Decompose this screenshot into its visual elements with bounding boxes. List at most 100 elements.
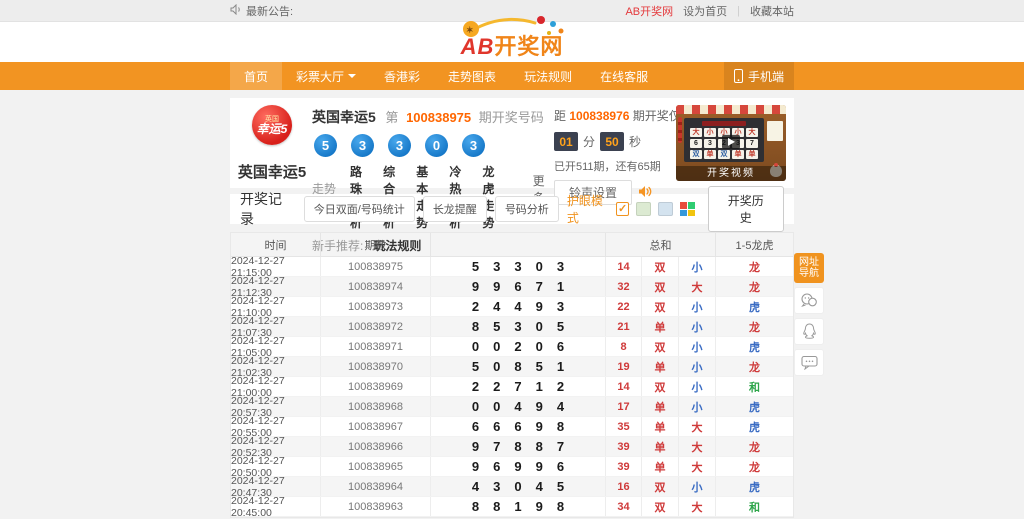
sum-cell: 32 xyxy=(606,277,642,296)
board-tile: 大 xyxy=(690,128,702,137)
sum-cell: 14 xyxy=(606,377,642,396)
next-issue-number: 100838976 xyxy=(569,109,629,123)
wechat-icon[interactable] xyxy=(794,287,824,314)
issue-cell: 100838969 xyxy=(321,377,431,396)
current-issue-number: 100838975 xyxy=(406,110,471,125)
sum-cell: 22 xyxy=(606,297,642,316)
theme-swatch-green[interactable] xyxy=(636,202,651,216)
issue-cell: 100838964 xyxy=(321,477,431,496)
tab-button-号码分析[interactable]: 号码分析 xyxy=(495,196,559,222)
game-name: 英国幸运5 xyxy=(238,161,306,182)
topbar-divider: | xyxy=(737,5,740,17)
issue-cell: 100838967 xyxy=(321,417,431,436)
dragon-tiger-cell: 虎 xyxy=(716,337,793,356)
tab-button-长龙提醒[interactable]: 长龙提醒 xyxy=(423,196,487,222)
issue-cell: 100838974 xyxy=(321,277,431,296)
draw-title: 英国幸运5 第 100838975 期开奖号码 xyxy=(312,107,554,127)
result-balls: 53303 xyxy=(314,134,554,157)
chat-icon[interactable] xyxy=(794,349,824,376)
issue-cell: 100838971 xyxy=(321,337,431,356)
countdown-minutes: 01 xyxy=(554,132,578,151)
issue-cell: 100838968 xyxy=(321,397,431,416)
numbers-cell: 66698 xyxy=(431,417,606,436)
sum-cell: 16 xyxy=(606,477,642,496)
awning-decoration xyxy=(676,105,786,114)
nav-items: 首页彩票大厅香港彩走势图表玩法规则在线客服 手机端 xyxy=(230,62,794,90)
page-body: 英国 幸运5 英国幸运5 英国幸运5 第 100838975 期开奖号码 533… xyxy=(0,90,1024,504)
floating-menu: 网址导航 xyxy=(794,253,824,376)
board-tile: 单 xyxy=(732,150,744,159)
dragon-tiger-cell: 和 xyxy=(716,377,793,396)
eye-mode-checkbox[interactable]: ✓ xyxy=(616,202,629,216)
size-cell: 小 xyxy=(679,477,716,496)
play-icon[interactable] xyxy=(722,135,740,149)
nav-item-彩票大厅[interactable]: 彩票大厅 xyxy=(282,62,370,90)
sum-cell: 35 xyxy=(606,417,642,436)
dragon-tiger-cell: 龙 xyxy=(716,317,793,336)
nav-item-在线客服[interactable]: 在线客服 xyxy=(586,62,662,90)
records-title: 开奖记录 xyxy=(240,189,292,229)
mobile-version-button[interactable]: 手机端 xyxy=(724,62,794,90)
nav-item-走势图表[interactable]: 走势图表 xyxy=(434,62,510,90)
time-cell: 2024-12-27 21:05:00 xyxy=(231,337,321,356)
sum-cell: 17 xyxy=(606,397,642,416)
theme-grid-icon[interactable] xyxy=(680,202,694,216)
main-nav: 首页彩票大厅香港彩走势图表玩法规则在线客服 手机端 xyxy=(0,62,1024,90)
time-cell: 2024-12-27 21:15:00 xyxy=(231,257,321,276)
phone-icon xyxy=(734,69,743,83)
records-toolbar: 开奖记录 今日双面/号码统计长龙提醒号码分析 护眼模式 ✓ 开奖历史 xyxy=(230,194,794,224)
dragon-tiger-cell: 虎 xyxy=(716,397,793,416)
size-cell: 大 xyxy=(679,457,716,476)
size-cell: 大 xyxy=(679,417,716,436)
parity-cell: 双 xyxy=(642,277,679,296)
result-ball: 0 xyxy=(425,134,448,157)
bookmark-link[interactable]: 收藏本站 xyxy=(750,3,794,19)
time-cell: 2024-12-27 21:02:30 xyxy=(231,357,321,376)
theme-swatch-blue[interactable] xyxy=(658,202,673,216)
issue-cell: 100838973 xyxy=(321,297,431,316)
result-ball: 3 xyxy=(351,134,374,157)
numbers-cell: 99671 xyxy=(431,277,606,296)
numbers-cell: 24493 xyxy=(431,297,606,316)
dragon-tiger-cell: 虎 xyxy=(716,417,793,436)
board-tile: 双 xyxy=(690,150,702,159)
size-cell: 大 xyxy=(679,497,716,516)
board-tile: 3 xyxy=(704,139,716,148)
issue-cell: 100838972 xyxy=(321,317,431,336)
set-homepage-link[interactable]: 设为首页 xyxy=(683,3,727,19)
parity-cell: 单 xyxy=(642,457,679,476)
results-table: 时间 期数 总和 1-5龙虎 2024-12-27 21:15:00100838… xyxy=(230,232,794,518)
history-button[interactable]: 开奖历史 xyxy=(708,186,784,232)
time-cell: 2024-12-27 20:57:30 xyxy=(231,397,321,416)
board-tile: 单 xyxy=(704,150,716,159)
parity-cell: 双 xyxy=(642,337,679,356)
numbers-cell: 50851 xyxy=(431,357,606,376)
draw-progress: 已开511期，还有65期 xyxy=(554,158,676,174)
board-tile: 7 xyxy=(746,139,758,148)
draw-video-thumbnail[interactable]: 大小小小大 63237 双单双单单 开奖视频 xyxy=(676,105,786,181)
table-row: 2024-12-27 20:45:001008389638819834双大和 xyxy=(231,497,793,517)
result-ball: 3 xyxy=(462,134,485,157)
sum-cell: 19 xyxy=(606,357,642,376)
numbers-cell: 88198 xyxy=(431,497,606,516)
size-cell: 小 xyxy=(679,357,716,376)
tab-button-今日双面/号码统计[interactable]: 今日双面/号码统计 xyxy=(304,196,415,222)
game-info-card: 英国 幸运5 英国幸运5 英国幸运5 第 100838975 期开奖号码 533… xyxy=(230,98,794,188)
dragon-tiger-cell: 龙 xyxy=(716,277,793,296)
board-tile: 6 xyxy=(690,139,702,148)
nav-item-玩法规则[interactable]: 玩法规则 xyxy=(510,62,586,90)
board-tile: 单 xyxy=(746,150,758,159)
qq-icon[interactable] xyxy=(794,318,824,345)
result-ball: 5 xyxy=(314,134,337,157)
parity-cell: 单 xyxy=(642,397,679,416)
dragon-tiger-cell: 龙 xyxy=(716,437,793,456)
site-nav-shortcut[interactable]: 网址导航 xyxy=(794,253,824,283)
board-tile: 小 xyxy=(704,128,716,137)
nav-item-首页[interactable]: 首页 xyxy=(230,62,282,90)
site-logo[interactable]: ✶ AB开奖网 xyxy=(461,36,564,62)
nav-item-香港彩[interactable]: 香港彩 xyxy=(370,62,434,90)
header-sum: 总和 xyxy=(606,233,716,256)
tab-buttons: 今日双面/号码统计长龙提醒号码分析 xyxy=(304,196,559,222)
eye-mode-label: 护眼模式 xyxy=(567,192,609,226)
topbar-site-link[interactable]: AB开奖网 xyxy=(625,3,673,19)
